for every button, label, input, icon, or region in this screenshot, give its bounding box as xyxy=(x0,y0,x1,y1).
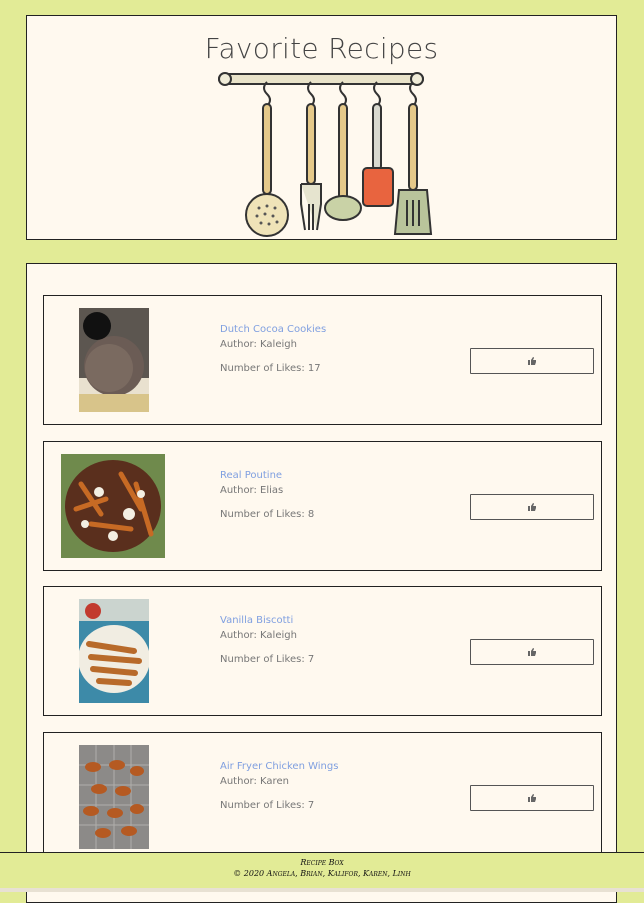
footer-strip xyxy=(0,888,644,892)
recipe-card: Air Fryer Chicken Wings Author: Karen Nu… xyxy=(43,732,602,862)
recipe-title-link[interactable]: Vanilla Biscotti xyxy=(220,613,314,628)
recipe-author: Author: Elias xyxy=(220,485,284,496)
like-button[interactable] xyxy=(470,348,594,374)
recipe-info: Dutch Cocoa Cookies Author: Kaleigh Numb… xyxy=(220,322,326,376)
header-panel: Favorite Recipes xyxy=(26,15,617,240)
kitchen-utensils-illustration xyxy=(218,72,433,237)
recipe-likes: Number of Likes: 8 xyxy=(220,509,315,520)
thumbs-up-icon xyxy=(528,794,536,802)
recipe-info: Vanilla Biscotti Author: Kaleigh Number … xyxy=(220,613,314,667)
thumbs-up-icon xyxy=(528,357,536,365)
recipe-title-link[interactable]: Air Fryer Chicken Wings xyxy=(220,759,338,774)
poutine-photo xyxy=(61,454,165,558)
recipe-title-link[interactable]: Real Poutine xyxy=(220,468,314,483)
recipe-info: Air Fryer Chicken Wings Author: Karen Nu… xyxy=(220,759,338,813)
like-button[interactable] xyxy=(470,639,594,665)
footer-app-name: Recipe Box xyxy=(300,858,344,867)
recipe-author: Author: Kaleigh xyxy=(220,339,297,350)
like-button[interactable] xyxy=(470,785,594,811)
thumbs-up-icon xyxy=(528,648,536,656)
page-title: Favorite Recipes xyxy=(204,32,439,65)
recipe-title-link[interactable]: Dutch Cocoa Cookies xyxy=(220,322,326,337)
thumbs-up-icon xyxy=(528,503,536,511)
recipe-likes: Number of Likes: 7 xyxy=(220,654,315,665)
footer: Recipe Box © 2020 Angela, Brian, Kalifor… xyxy=(0,852,644,892)
recipe-list: Dutch Cocoa Cookies Author: Kaleigh Numb… xyxy=(26,263,617,903)
recipe-author: Author: Kaleigh xyxy=(220,630,297,641)
footer-copyright: © 2020 Angela, Brian, Kalifor, Karen, Li… xyxy=(233,869,411,878)
chicken-wings-photo xyxy=(79,745,149,849)
recipe-info: Real Poutine Author: Elias Number of Lik… xyxy=(220,468,314,522)
recipe-card: Real Poutine Author: Elias Number of Lik… xyxy=(43,441,602,571)
like-button[interactable] xyxy=(470,494,594,520)
recipe-likes: Number of Likes: 17 xyxy=(220,363,321,374)
recipe-card: Dutch Cocoa Cookies Author: Kaleigh Numb… xyxy=(43,295,602,425)
cocoa-cookies-photo xyxy=(79,308,149,412)
recipe-likes: Number of Likes: 7 xyxy=(220,800,315,811)
recipe-card: Vanilla Biscotti Author: Kaleigh Number … xyxy=(43,586,602,716)
biscotti-photo xyxy=(79,599,149,703)
recipe-author: Author: Karen xyxy=(220,776,289,787)
